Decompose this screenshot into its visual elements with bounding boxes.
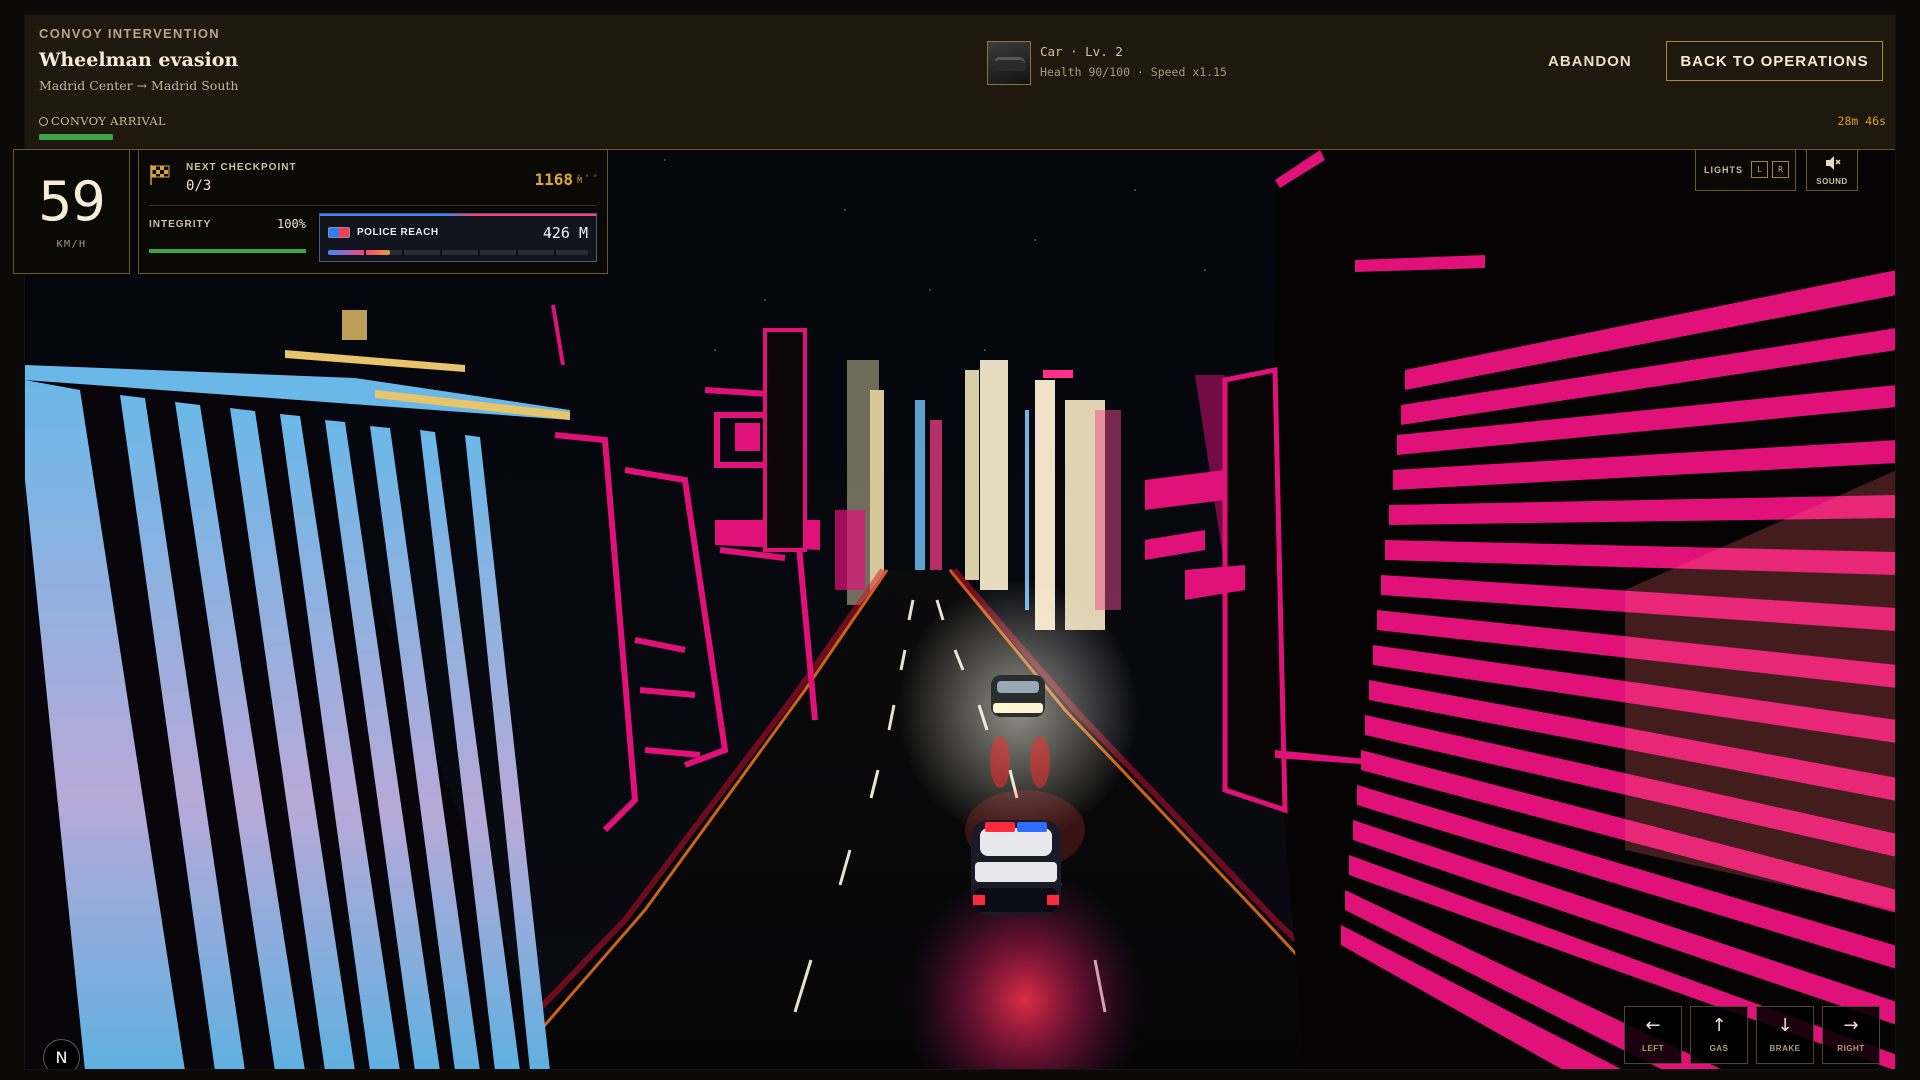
- clock-icon: [39, 117, 48, 126]
- hud-divider: [149, 205, 597, 206]
- convoy-arrival-text: CONVOY ARRIVAL: [51, 114, 166, 128]
- n-logo-badge[interactable]: N: [43, 1039, 80, 1069]
- game-scene[interactable]: [25, 150, 1896, 1070]
- police-reach-value: 426 M: [542, 224, 588, 242]
- lights-toggle[interactable]: LIGHTS L R: [1695, 149, 1796, 191]
- mission-title: Wheelman evasion: [39, 49, 239, 71]
- speedometer: 59 KM/H: [13, 149, 130, 274]
- vehicle-thumbnail: [987, 41, 1031, 85]
- checkpoint-count: 0/3: [186, 178, 212, 194]
- police-reach-panel: POLICE REACH 426 M: [319, 213, 597, 262]
- integrity-label: INTEGRITY: [149, 219, 212, 230]
- arrow-left-icon: ←: [1645, 1015, 1661, 1036]
- gas-label: GAS: [1709, 1044, 1729, 1053]
- lights-key-l[interactable]: L: [1751, 161, 1768, 178]
- checkpoint-label: NEXT CHECKPOINT: [186, 162, 297, 173]
- mission-timer: 28m 46s: [1837, 114, 1886, 128]
- integrity-fill: [149, 249, 306, 253]
- steer-left-button[interactable]: ← LEFT: [1624, 1006, 1682, 1064]
- abandon-button[interactable]: ABANDON: [1548, 53, 1632, 70]
- steer-left-label: LEFT: [1642, 1044, 1664, 1053]
- arrow-up-icon: ↑: [1711, 1015, 1727, 1036]
- arrow-right-icon: →: [1843, 1015, 1859, 1036]
- gas-button[interactable]: ↑ GAS: [1690, 1006, 1748, 1064]
- checkpoint-distance: 1168: [534, 170, 573, 189]
- police-reach-ticks: [328, 250, 588, 255]
- mission-route: Madrid Center → Madrid South: [39, 78, 239, 93]
- brake-label: BRAKE: [1769, 1044, 1801, 1053]
- integrity-value: 100%: [277, 217, 306, 231]
- brake-button[interactable]: ↓ BRAKE: [1756, 1006, 1814, 1064]
- sound-toggle[interactable]: SOUND: [1806, 149, 1858, 191]
- speaker-icon: [1826, 156, 1841, 170]
- vehicle-stats: Health 90/100 · Speed x1.15: [1040, 65, 1227, 79]
- speed-unit: KM/H: [56, 239, 87, 250]
- vehicle-name-level: Car · Lv. 2: [1040, 44, 1123, 59]
- mission-header: CONVOY INTERVENTION Wheelman evasion Mad…: [25, 15, 1895, 150]
- back-to-operations-button[interactable]: BACK TO OPERATIONS: [1666, 41, 1883, 81]
- convoy-arrival-progress: [39, 134, 113, 140]
- police-reach-label: POLICE REACH: [357, 227, 439, 238]
- steer-right-label: RIGHT: [1837, 1044, 1865, 1053]
- police-glow-strip: [320, 214, 596, 216]
- speed-value: 59: [38, 170, 106, 233]
- arrow-down-icon: ↓: [1777, 1015, 1793, 1036]
- checkpoint-pips: • • •: [576, 171, 598, 182]
- lights-key-r[interactable]: R: [1772, 161, 1789, 178]
- convoy-arrival-label: CONVOY ARRIVAL: [39, 114, 166, 128]
- checkered-flag-icon: [150, 165, 170, 185]
- mission-hud-panel: NEXT CHECKPOINT 0/3 1168 M • • • INTEGRI…: [138, 149, 608, 274]
- mission-kicker: CONVOY INTERVENTION: [39, 26, 220, 41]
- sound-label: SOUND: [1816, 177, 1848, 186]
- lights-label: LIGHTS: [1704, 165, 1743, 175]
- police-light-icon: [328, 227, 350, 238]
- integrity-bar: [149, 249, 306, 253]
- steer-right-button[interactable]: → RIGHT: [1822, 1006, 1880, 1064]
